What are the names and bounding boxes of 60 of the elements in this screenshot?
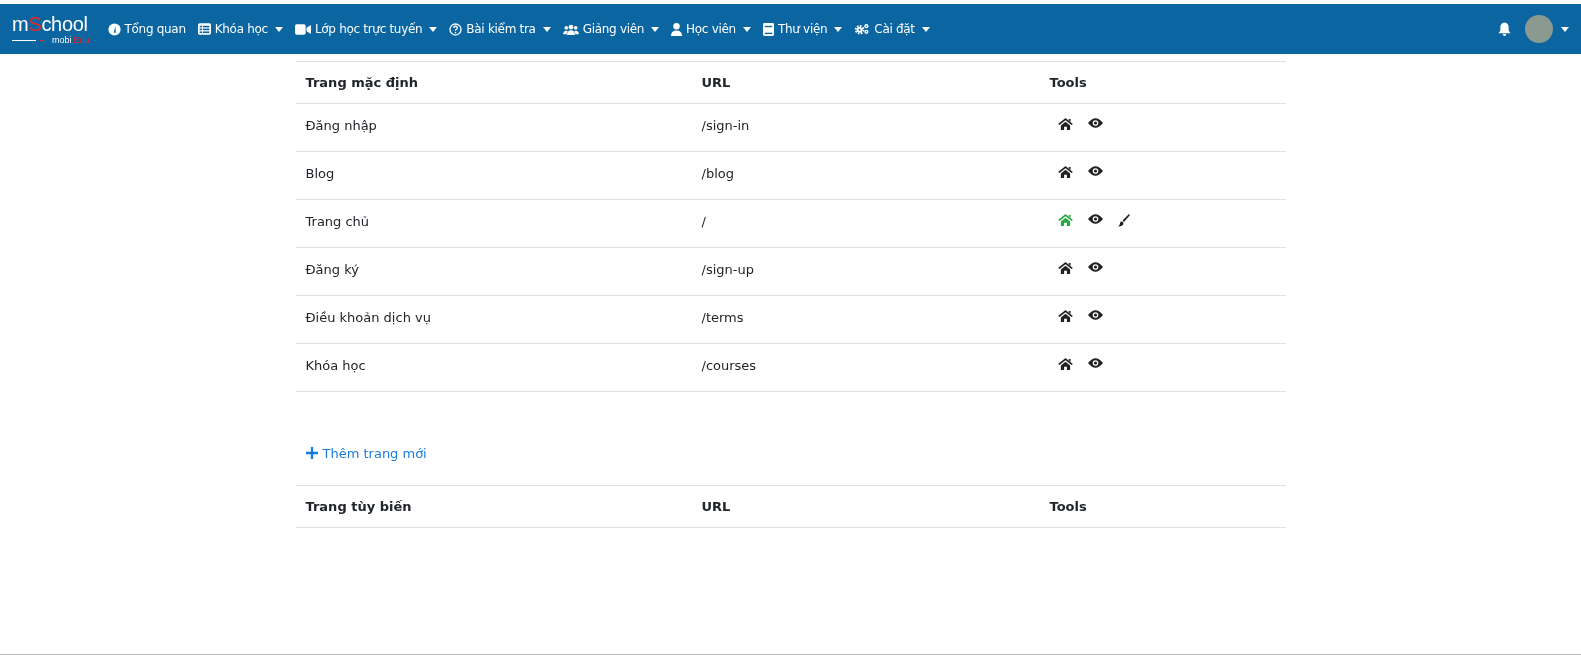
home-icon[interactable] <box>1057 310 1073 322</box>
nav-menu-item[interactable]: Học viên <box>671 22 751 36</box>
caret-icon[interactable] <box>1561 26 1569 32</box>
caret-icon <box>274 26 283 32</box>
eye-icon[interactable] <box>1087 358 1103 368</box>
eye-icon[interactable] <box>1087 166 1103 176</box>
table-cell-text: Khóa học <box>304 358 367 375</box>
nav-menu-item[interactable]: Tổng quan <box>107 22 186 36</box>
logo-subtext[interactable]: mobi <box>52 35 72 45</box>
video-camera-icon <box>294 23 311 35</box>
home-icon[interactable] <box>1057 262 1073 274</box>
plus-icon <box>305 447 318 459</box>
nav-menu-item[interactable]: Khóa học <box>197 22 283 36</box>
caret-icon <box>834 26 843 32</box>
logo-text[interactable]: m <box>12 12 29 35</box>
table-cell-text: /courses <box>700 358 758 375</box>
user-icon <box>671 22 683 36</box>
help-icon <box>449 22 463 36</box>
column-header: Trang tùy biến <box>304 499 413 514</box>
book-icon <box>762 22 774 36</box>
logo-text[interactable]: chool <box>41 12 88 35</box>
table-cell-text: Đăng nhập <box>304 118 378 135</box>
paintbrush-icon[interactable] <box>1117 214 1130 227</box>
bell-icon[interactable] <box>1498 22 1511 36</box>
table-cell-text: /sign-up <box>700 262 755 279</box>
list-icon <box>197 23 211 35</box>
caret-icon <box>921 26 930 32</box>
add-page-link[interactable]: Thêm trang mới <box>305 445 427 461</box>
table-cell-text: Blog <box>304 166 336 183</box>
eye-icon[interactable] <box>1087 310 1103 320</box>
eye-icon[interactable] <box>1087 118 1103 128</box>
column-header: Tools <box>1048 499 1088 514</box>
gauge-icon <box>107 22 121 36</box>
home-icon[interactable] <box>1057 118 1073 130</box>
column-header: URL <box>700 499 732 514</box>
column-header: Trang mặc định <box>304 75 420 90</box>
caret-icon <box>742 26 751 32</box>
eye-icon[interactable] <box>1087 262 1103 272</box>
caret-icon <box>542 26 551 32</box>
nav-menu-item[interactable]: Lớp học trực tuyến <box>294 22 438 36</box>
caret-icon <box>429 26 438 32</box>
table-cell-text: Trang chủ <box>304 214 371 231</box>
caret-icon <box>651 26 660 32</box>
nav-menu-item[interactable]: Giảng viên <box>562 22 660 36</box>
nav-menu-item[interactable]: Cài đặt <box>854 22 930 36</box>
gears-icon <box>854 23 871 35</box>
home-icon[interactable] <box>1057 358 1073 370</box>
table-cell-text: Đăng ký <box>304 262 360 279</box>
table-cell-text: / <box>700 214 707 231</box>
column-header: Tools <box>1048 75 1088 90</box>
table-cell-text: /blog <box>700 166 735 183</box>
nav-menu-item[interactable]: Thư viện <box>762 22 843 36</box>
users-icon <box>562 23 579 35</box>
nav-menu-item[interactable]: Bài kiểm tra <box>449 22 551 36</box>
column-header: URL <box>700 75 732 90</box>
table-cell-text: /terms <box>700 310 745 327</box>
table-cell-text: /sign-in <box>700 118 751 135</box>
eye-icon[interactable] <box>1087 214 1103 224</box>
table-cell-text: Điều khoản dịch vụ <box>304 310 432 327</box>
home-icon[interactable] <box>1057 166 1073 178</box>
